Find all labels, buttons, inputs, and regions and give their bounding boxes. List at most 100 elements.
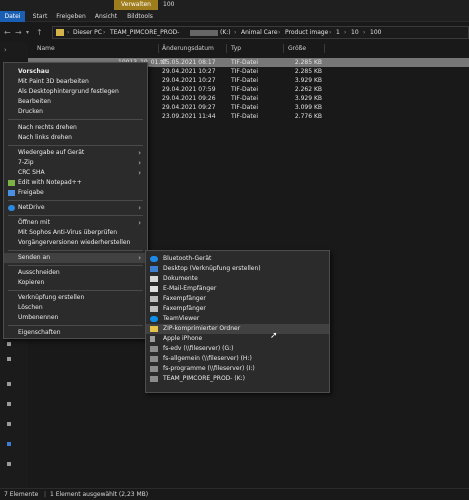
menu-separator xyxy=(8,215,143,216)
menu-item-label: Senden an xyxy=(18,254,50,261)
menu-item-rotate-left[interactable]: Nach links drehen xyxy=(4,133,147,143)
menu-item-send-to[interactable]: Senden an › xyxy=(4,253,147,263)
send-to-fs-allgemein[interactable]: fs-allgemein (\\fileserver) (H:) xyxy=(146,354,329,364)
menu-item-cut[interactable]: Ausschneiden xyxy=(4,268,147,278)
crumb-product-image[interactable]: Product image xyxy=(285,29,328,36)
send-to-documents[interactable]: Dokumente xyxy=(146,274,329,284)
tab-freigeben[interactable]: Freigeben xyxy=(56,11,86,22)
expand-chevron-icon[interactable]: › xyxy=(4,46,7,54)
tab-start[interactable]: Start xyxy=(29,11,51,22)
submenu-item-label: fs-edv (\\fileserver) (G:) xyxy=(163,345,234,352)
recent-chevron-icon[interactable]: ▾ xyxy=(26,29,29,36)
send-to-pimcore-drive[interactable]: TEAM_PIMCORE_PROD- (K:) xyxy=(146,374,329,384)
share-icon xyxy=(8,190,15,196)
menu-item-cast-to-device[interactable]: Wiedergabe auf Gerät › xyxy=(4,148,147,158)
network-drive-icon xyxy=(150,376,158,382)
folder-icon xyxy=(56,29,64,36)
nav-node-icon[interactable] xyxy=(7,402,11,406)
menu-item-properties[interactable]: Eigenschaften xyxy=(4,328,147,338)
documents-icon xyxy=(150,276,158,282)
menu-item-preview[interactable]: Vorschau xyxy=(4,67,147,77)
teamviewer-icon xyxy=(150,316,158,322)
address-path[interactable]: › Dieser PC › TEAM_PIMCORE_PROD- (K:) › … xyxy=(52,26,469,39)
crumb-drive-letter[interactable]: (K:) xyxy=(220,29,231,36)
menu-item-edit[interactable]: Bearbeiten xyxy=(4,97,147,107)
crumb-10[interactable]: 10 xyxy=(351,29,359,36)
send-to-mail-recipient[interactable]: E-Mail-Empfänger xyxy=(146,284,329,294)
tab-datei[interactable]: Datei xyxy=(0,11,25,22)
menu-item-7zip[interactable]: 7-Zip › xyxy=(4,158,147,168)
context-menu: Vorschau Mit Paint 3D bearbeiten Als Des… xyxy=(3,62,148,339)
menu-item-open-with[interactable]: Öffnen mit › xyxy=(4,218,147,228)
menu-item-restore-previous[interactable]: Vorgängerversionen wiederherstellen xyxy=(4,238,147,248)
column-header-size[interactable]: Größe xyxy=(288,45,306,52)
column-divider[interactable] xyxy=(226,44,227,53)
menu-item-copy[interactable]: Kopieren xyxy=(4,278,147,288)
nav-node-icon[interactable] xyxy=(7,342,11,346)
menu-item-notepadpp[interactable]: Edit with Notepad++ xyxy=(4,178,147,188)
menu-item-rotate-right[interactable]: Nach rechts drehen xyxy=(4,123,147,133)
netdrive-icon xyxy=(8,205,15,211)
file-size: 3.929 KB xyxy=(294,77,322,84)
file-size: 2.285 KB xyxy=(294,68,322,75)
nav-node-icon[interactable] xyxy=(7,382,11,386)
menu-item-sophos-scan[interactable]: Mit Sophos Anti-Virus überprüfen xyxy=(4,228,147,238)
send-to-fs-edv[interactable]: fs-edv (\\fileserver) (G:) xyxy=(146,344,329,354)
column-divider[interactable] xyxy=(324,44,325,53)
submenu-item-label: Bluetooth-Gerät xyxy=(163,255,212,262)
menu-item-label: NetDrive xyxy=(18,204,45,211)
menu-separator xyxy=(8,145,143,146)
send-to-fs-programme[interactable]: fs-programme (\\fileserver) (I:) xyxy=(146,364,329,374)
menu-item-delete[interactable]: Löschen xyxy=(4,303,147,313)
column-header-type[interactable]: Typ xyxy=(231,45,241,52)
crumb-1[interactable]: 1 xyxy=(336,29,340,36)
file-date: 29.04.2021 09:27 xyxy=(162,104,216,111)
tab-bildtools[interactable]: Bildtools xyxy=(125,11,155,22)
crumb-animal-care[interactable]: Animal Care xyxy=(241,29,278,36)
network-icon[interactable] xyxy=(7,442,11,446)
address-bar: ← → ▾ ↑ › Dieser PC › TEAM_PIMCORE_PROD-… xyxy=(0,24,469,41)
breadcrumb-separator-icon: › xyxy=(103,29,106,36)
send-to-bluetooth[interactable]: Bluetooth-Gerät xyxy=(146,254,329,264)
submenu-item-label: Faxempfänger xyxy=(163,305,206,312)
send-to-desktop[interactable]: Desktop (Verknüpfung erstellen) xyxy=(146,264,329,274)
menu-item-share[interactable]: Freigabe xyxy=(4,188,147,198)
back-arrow-icon[interactable]: ← xyxy=(4,28,11,37)
menu-item-print[interactable]: Drucken xyxy=(4,107,147,117)
nav-node-icon[interactable] xyxy=(7,422,11,426)
send-to-iphone[interactable]: Apple iPhone xyxy=(146,334,329,344)
file-date: 29.04.2021 10:27 xyxy=(162,68,216,75)
submenu-item-label: TEAM_PIMCORE_PROD- (K:) xyxy=(163,375,246,382)
forward-arrow-icon[interactable]: → xyxy=(15,28,22,37)
nav-node-icon[interactable] xyxy=(7,357,11,361)
file-date: 29.04.2021 10:27 xyxy=(162,77,216,84)
crumb-this-pc[interactable]: Dieser PC xyxy=(73,29,102,36)
mouse-cursor-icon: ➚ xyxy=(270,331,278,341)
send-to-zip[interactable]: ZIP-komprimierter Ordner xyxy=(146,324,329,334)
crumb-100[interactable]: 100 xyxy=(370,29,381,36)
menu-item-crc-sha[interactable]: CRC SHA › xyxy=(4,168,147,178)
menu-item-create-shortcut[interactable]: Verknüpfung erstellen xyxy=(4,293,147,303)
nav-node-icon[interactable] xyxy=(7,462,11,466)
menu-item-set-desktop-background[interactable]: Als Desktophintergrund festlegen xyxy=(4,87,147,97)
menu-separator xyxy=(8,200,143,201)
send-to-fax[interactable]: Faxempfänger xyxy=(146,304,329,314)
column-header-name[interactable]: Name xyxy=(37,45,55,52)
column-divider[interactable] xyxy=(283,44,284,53)
file-date: 29.04.2021 07:59 xyxy=(162,86,216,93)
file-size: 3.929 KB xyxy=(294,95,322,102)
crumb-drive-name[interactable]: TEAM_PIMCORE_PROD- xyxy=(110,29,179,36)
column-divider[interactable] xyxy=(158,44,159,53)
file-date: 05.05.2021 08:17 xyxy=(162,59,216,66)
send-to-teamviewer[interactable]: TeamViewer xyxy=(146,314,329,324)
tab-verwalten[interactable]: Verwalten xyxy=(114,0,158,10)
up-arrow-icon[interactable]: ↑ xyxy=(36,28,43,37)
send-to-fax[interactable]: Faxempfänger xyxy=(146,294,329,304)
menu-item-netdrive[interactable]: NetDrive › xyxy=(4,203,147,213)
menu-item-rename[interactable]: Umbenennen xyxy=(4,313,147,323)
menu-item-paint3d[interactable]: Mit Paint 3D bearbeiten xyxy=(4,77,147,87)
column-header-date[interactable]: Änderungsdatum xyxy=(162,45,214,52)
breadcrumb-separator-icon: › xyxy=(363,29,366,36)
tab-ansicht[interactable]: Ansicht xyxy=(92,11,120,22)
network-drive-icon xyxy=(150,356,158,362)
